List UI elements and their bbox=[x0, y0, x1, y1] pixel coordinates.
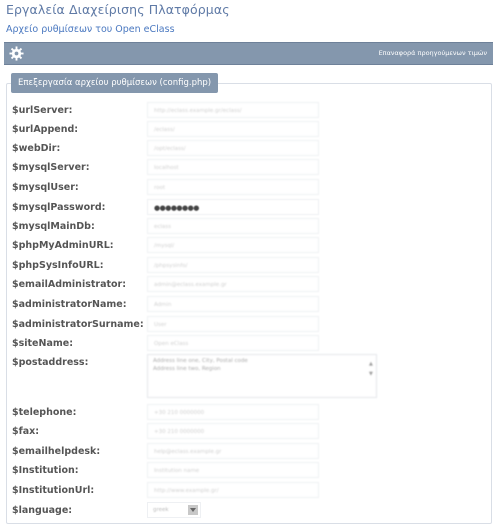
field-label: $mysqlMainDb: bbox=[12, 221, 95, 232]
row-phpsysinfourl: $phpSysInfoURL: /phpsysinfo/ bbox=[12, 257, 492, 275]
row-emailadministrator: $emailAdministrator: admin@eclass.exampl… bbox=[12, 276, 492, 294]
row-fax: $fax: +30 210 0000000 bbox=[12, 423, 492, 441]
page-title: Εργαλεία Διαχείρισης Πλατφόρμας bbox=[6, 2, 230, 17]
phpsysinfourl-input[interactable]: /phpsysinfo/ bbox=[147, 257, 319, 273]
emailhelpdesk-input[interactable]: help@eclass.example.gr bbox=[147, 443, 319, 459]
row-administratorname: $administratorName: Admin bbox=[12, 296, 492, 314]
row-mysqluser: $mysqlUser: root bbox=[12, 179, 492, 197]
postaddress-textarea[interactable]: Address line one, City, Postal code Addr… bbox=[147, 354, 377, 398]
mysqlmaindb-input[interactable]: eclass bbox=[147, 218, 319, 234]
row-sitename: $siteName: Open eClass bbox=[12, 335, 492, 353]
institution-input[interactable]: Institution name bbox=[147, 462, 319, 478]
administratorsurname-input[interactable]: User bbox=[147, 316, 319, 332]
row-phpmyadminurl: $phpMyAdminURL: /mysql/ bbox=[12, 237, 492, 255]
mysqluser-input[interactable]: root bbox=[147, 179, 319, 195]
row-mysqlpassword: $mysqlPassword: ●●●●●●●● bbox=[12, 199, 492, 217]
language-value: greek bbox=[153, 507, 169, 513]
phpmyadminurl-input[interactable]: /mysql/ bbox=[147, 237, 319, 253]
chevron-down-icon bbox=[190, 508, 196, 512]
field-label: $urlServer: bbox=[12, 105, 73, 116]
row-administratorsurname: $administratorSurname: User bbox=[12, 316, 492, 334]
emailadministrator-input[interactable]: admin@eclass.example.gr bbox=[147, 276, 319, 292]
restore-defaults-link[interactable]: Επαναφορά προηγούμενων τιμών bbox=[379, 49, 487, 57]
breadcrumb-link[interactable]: Αρχείο ρυθμίσεων του Open eClass bbox=[6, 24, 175, 35]
field-label: $phpMyAdminURL: bbox=[12, 240, 114, 251]
administratorname-input[interactable]: Admin bbox=[147, 296, 319, 312]
field-label: $fax: bbox=[12, 426, 40, 437]
mysqlserver-input[interactable]: localhost bbox=[147, 159, 319, 175]
urlserver-input[interactable]: http://eclass.example.gr/eclass/ bbox=[147, 102, 319, 118]
field-label: $webDir: bbox=[12, 143, 61, 154]
textarea-scrollbar[interactable]: ▲ ▼ bbox=[369, 359, 374, 395]
field-label: $administratorSurname: bbox=[12, 319, 144, 330]
row-emailhelpdesk: $emailhelpdesk: help@eclass.example.gr bbox=[12, 443, 492, 461]
field-label: $mysqlServer: bbox=[12, 162, 90, 173]
field-label: $mysqlUser: bbox=[12, 182, 79, 193]
field-label: $administratorName: bbox=[12, 299, 127, 310]
field-label: $siteName: bbox=[12, 338, 74, 349]
field-label: $telephone: bbox=[12, 407, 77, 418]
language-select[interactable]: greek bbox=[147, 502, 201, 518]
institutionurl-input[interactable]: http://www.example.gr/ bbox=[147, 482, 319, 498]
row-mysqlmaindb: $mysqlMainDb: eclass bbox=[12, 218, 492, 236]
field-label: $phpSysInfoURL: bbox=[12, 260, 104, 271]
field-label: $mysqlPassword: bbox=[12, 202, 106, 213]
row-urlserver: $urlServer: http://eclass.example.gr/ecl… bbox=[12, 102, 492, 120]
row-telephone: $telephone: +30 210 0000000 bbox=[12, 404, 492, 422]
gear-icon[interactable] bbox=[9, 46, 24, 61]
row-webdir: $webDir: /opt/eclass/ bbox=[12, 140, 492, 158]
field-label: $postaddress: bbox=[12, 357, 89, 368]
postaddress-text: Address line one, City, Postal code Addr… bbox=[153, 358, 248, 372]
telephone-input[interactable]: +30 210 0000000 bbox=[147, 404, 319, 420]
sitename-input[interactable]: Open eClass bbox=[147, 335, 319, 351]
row-urlappend: $urlAppend: /eclass/ bbox=[12, 121, 492, 139]
field-label: $InstitutionUrl: bbox=[12, 485, 95, 496]
fax-input[interactable]: +30 210 0000000 bbox=[147, 423, 319, 439]
field-label: $Institution: bbox=[12, 465, 79, 476]
webdir-input[interactable]: /opt/eclass/ bbox=[147, 140, 319, 156]
toolbar: Επαναφορά προηγούμενων τιμών bbox=[4, 42, 493, 65]
page: Εργαλεία Διαχείρισης Πλατφόρμας Αρχείο ρ… bbox=[0, 0, 500, 526]
row-postaddress: $postaddress: Address line one, City, Po… bbox=[12, 354, 492, 400]
fieldset-legend: Επεξεργασία αρχείου ρυθμίσεων (config.ph… bbox=[11, 73, 219, 93]
urlappend-input[interactable]: /eclass/ bbox=[147, 121, 319, 137]
field-label: $emailhelpdesk: bbox=[12, 446, 101, 457]
row-mysqlserver: $mysqlServer: localhost bbox=[12, 159, 492, 177]
row-language: $language: greek bbox=[12, 502, 492, 520]
field-label: $language: bbox=[12, 505, 73, 516]
mysqlpassword-input[interactable]: ●●●●●●●● bbox=[147, 199, 319, 215]
row-institution: $Institution: Institution name bbox=[12, 462, 492, 480]
dropdown-button[interactable] bbox=[188, 505, 198, 515]
field-label: $emailAdministrator: bbox=[12, 279, 127, 290]
field-label: $urlAppend: bbox=[12, 124, 79, 135]
row-institutionurl: $InstitutionUrl: http://www.example.gr/ bbox=[12, 482, 492, 500]
